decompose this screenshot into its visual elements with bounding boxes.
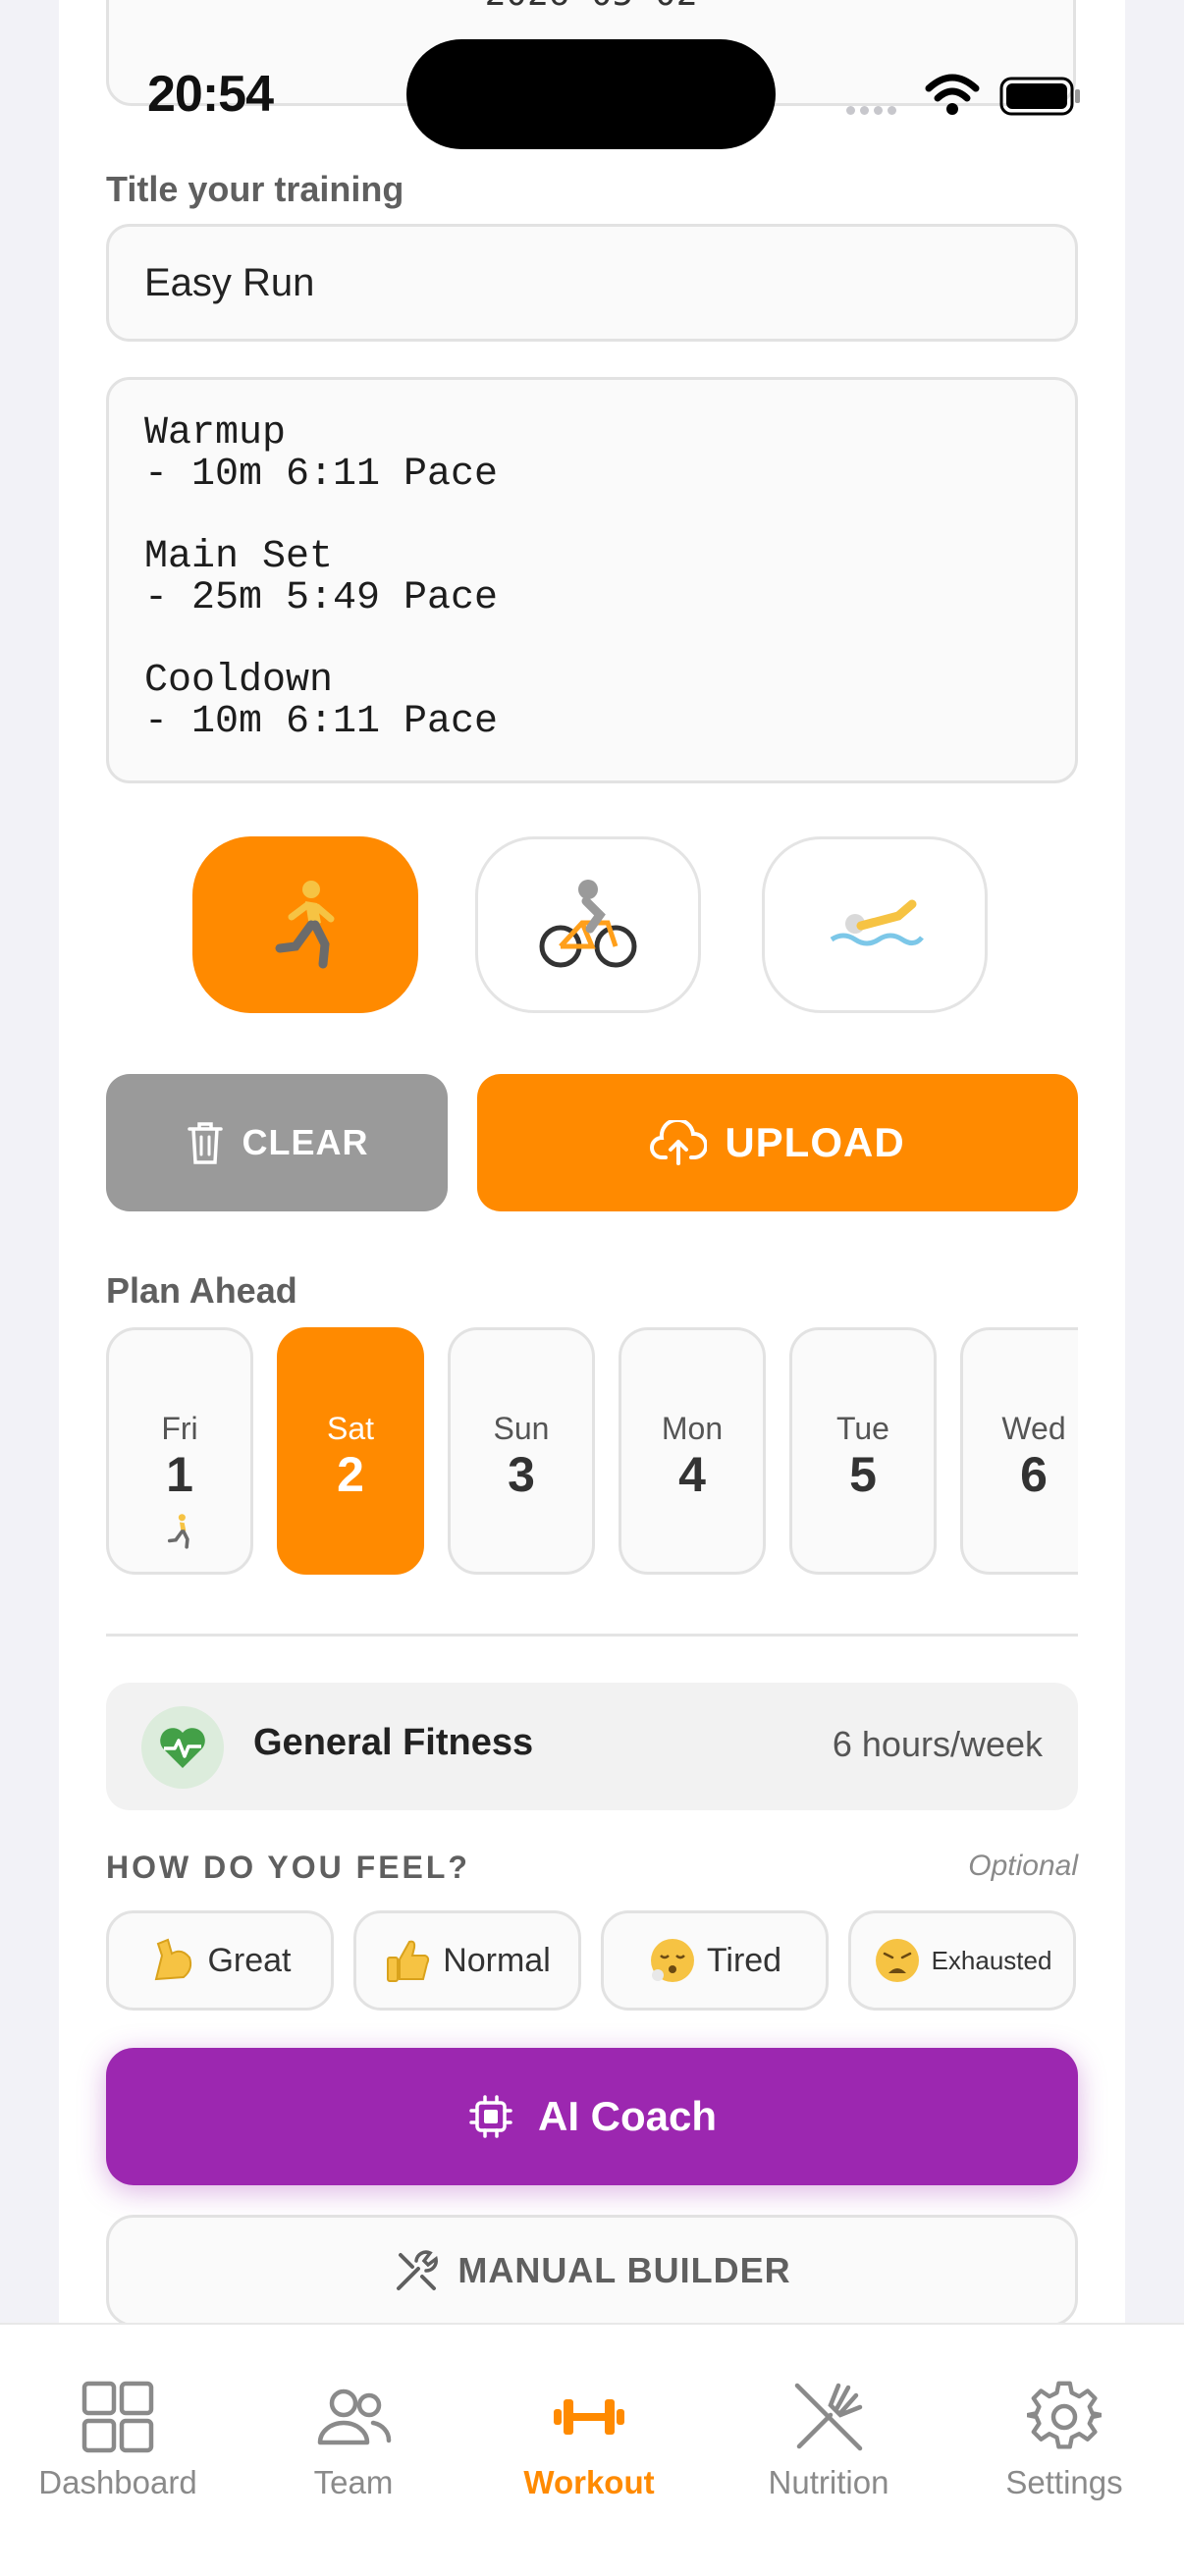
dumbbell-icon	[554, 2399, 624, 2435]
day-number: 3	[508, 1447, 535, 1502]
tab-bar: Dashboard Team Workout Nutrition Setting…	[0, 2323, 1184, 2576]
ai-coach-button[interactable]: AI Coach	[106, 2048, 1078, 2185]
day-name: Sat	[326, 1411, 375, 1446]
tab-nutrition[interactable]: Nutrition	[711, 2378, 946, 2501]
mood-label: Great	[207, 1941, 292, 1979]
mood-label: Tired	[706, 1941, 782, 1979]
divider	[106, 1634, 1078, 1637]
day-picker: Fri 1 Sat 2 Sun 3 Mon 4 Tue 5 Wed 6	[106, 1327, 1078, 1575]
tab-label: Workout	[523, 2464, 655, 2500]
clear-button[interactable]: CLEAR	[106, 1074, 448, 1211]
tab-dashboard[interactable]: Dashboard	[0, 2378, 236, 2501]
battery-icon	[999, 77, 1080, 116]
day-number: 6	[1020, 1447, 1048, 1502]
sport-bike-button[interactable]	[475, 836, 701, 1013]
tools-icon	[397, 2250, 439, 2290]
mood-label: Exhausted	[931, 1945, 1052, 1975]
cloud-upload-icon	[650, 1120, 708, 1165]
upload-label: UPLOAD	[725, 1119, 905, 1165]
feel-heading: HOW DO YOU FEEL?	[106, 1850, 470, 1885]
tab-label: Settings	[1005, 2464, 1123, 2500]
mood-label: Normal	[443, 1941, 551, 1979]
day-name: Sun	[493, 1411, 550, 1446]
day-name: Fri	[161, 1411, 198, 1446]
flexed-biceps-icon	[155, 1938, 192, 1981]
mood-great-button[interactable]: Great	[106, 1910, 334, 2011]
sport-run-button[interactable]	[192, 836, 418, 1013]
thumbs-up-icon	[387, 1940, 430, 1982]
weary-face-icon	[875, 1939, 919, 1982]
day-number: 4	[678, 1447, 706, 1502]
tab-workout[interactable]: Workout	[471, 2378, 707, 2501]
day-wed[interactable]: Wed 6	[960, 1327, 1078, 1575]
trash-icon	[187, 1122, 223, 1164]
exhaling-face-icon	[650, 1939, 694, 1982]
utensils-icon	[794, 2383, 863, 2451]
day-name: Wed	[1001, 1411, 1066, 1446]
chip-icon	[469, 2095, 512, 2138]
plan-ahead-label: Plan Ahead	[106, 1270, 297, 1311]
mood-tired-button[interactable]: Tired	[601, 1910, 829, 2011]
day-mon[interactable]: Mon 4	[619, 1327, 766, 1575]
goal-hours: 6 hours/week	[832, 1724, 1043, 1764]
day-number: 1	[166, 1447, 193, 1502]
day-tue[interactable]: Tue 5	[789, 1327, 937, 1575]
dynamic-island	[406, 39, 776, 149]
date-value: 2026-05-02	[109, 0, 1073, 14]
team-icon	[317, 2388, 392, 2445]
status-time: 20:54	[147, 66, 274, 123]
title-input[interactable]: Easy Run	[106, 224, 1078, 342]
tab-label: Team	[313, 2464, 394, 2500]
day-fri[interactable]: Fri 1	[106, 1327, 253, 1575]
swimming-icon	[830, 899, 924, 946]
manual-builder-button[interactable]: MANUAL BUILDER	[106, 2215, 1078, 2327]
tab-settings[interactable]: Settings	[946, 2378, 1182, 2501]
signal-icon	[846, 102, 901, 120]
title-label: Title your training	[106, 169, 404, 209]
sport-swim-button[interactable]	[762, 836, 988, 1013]
goal-name: General Fitness	[253, 1722, 534, 1763]
cycling-icon	[539, 880, 637, 968]
status-icons	[846, 69, 1082, 128]
day-sat[interactable]: Sat 2	[277, 1327, 424, 1575]
day-name: Mon	[661, 1411, 724, 1446]
tab-team[interactable]: Team	[236, 2378, 471, 2501]
wifi-icon	[925, 74, 980, 115]
clear-label: CLEAR	[242, 1122, 369, 1162]
workout-description-input[interactable]: Warmup - 10m 6:11 Pace Main Set - 25m 5:…	[106, 377, 1078, 783]
mood-exhausted-button[interactable]: Exhausted	[848, 1910, 1076, 2011]
heart-pulse-icon	[141, 1706, 224, 1789]
scheduled-run-icon	[109, 1513, 250, 1550]
day-sun[interactable]: Sun 3	[448, 1327, 595, 1575]
ai-coach-label: AI Coach	[537, 2093, 718, 2139]
feel-optional: Optional	[968, 1850, 1078, 1882]
gear-icon	[1027, 2381, 1102, 2449]
day-name: Tue	[836, 1411, 889, 1446]
mood-normal-button[interactable]: Normal	[353, 1910, 581, 2011]
manual-builder-label: MANUAL BUILDER	[457, 2250, 791, 2290]
tab-label: Dashboard	[38, 2464, 197, 2500]
day-number: 2	[337, 1447, 364, 1502]
day-number: 5	[849, 1447, 877, 1502]
running-icon	[275, 881, 335, 969]
upload-button[interactable]: UPLOAD	[477, 1074, 1078, 1211]
goal-summary[interactable]: General Fitness 6 hours/week	[106, 1683, 1078, 1810]
tab-label: Nutrition	[768, 2464, 889, 2500]
dashboard-icon	[81, 2381, 154, 2453]
